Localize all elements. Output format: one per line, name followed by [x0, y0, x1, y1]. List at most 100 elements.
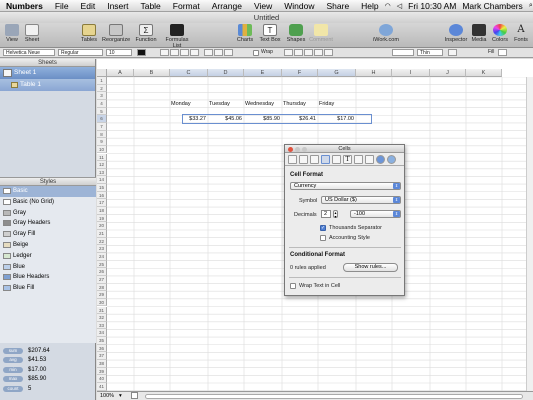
- thousands-separator-checkbox[interactable]: ✓: [320, 225, 326, 231]
- row-header[interactable]: 6: [97, 115, 107, 123]
- page-view-icon[interactable]: [131, 392, 138, 399]
- summary-label[interactable]: min: [3, 366, 23, 373]
- row-header[interactable]: 25: [97, 260, 107, 269]
- menu-view[interactable]: View: [248, 1, 278, 11]
- charts-button[interactable]: Charts: [236, 24, 254, 43]
- shapes-button[interactable]: Shapes: [286, 24, 306, 43]
- quicktime-inspector-icon[interactable]: [387, 154, 396, 164]
- hyperlink-inspector-icon[interactable]: [376, 154, 385, 164]
- row-header[interactable]: 26: [97, 268, 107, 276]
- style-item[interactable]: Blue Fill: [0, 283, 96, 294]
- stroke-style-select[interactable]: [392, 49, 414, 56]
- row-header[interactable]: 31: [97, 306, 107, 315]
- format-button-3[interactable]: [304, 49, 313, 56]
- cell-format-select[interactable]: Currency ⇕: [290, 182, 401, 190]
- row-header[interactable]: 35: [97, 337, 107, 345]
- row-header[interactable]: 5: [97, 107, 107, 116]
- column-header[interactable]: C: [170, 69, 208, 77]
- menu-file[interactable]: File: [49, 1, 75, 11]
- row-header[interactable]: 3: [97, 92, 107, 100]
- value-cell[interactable]: $85.90: [244, 116, 280, 122]
- column-header[interactable]: B: [134, 69, 170, 77]
- sheet-button[interactable]: Sheet: [24, 24, 40, 43]
- row-header[interactable]: 18: [97, 207, 107, 215]
- column-header[interactable]: K: [466, 69, 502, 77]
- horizontal-scrollbar[interactable]: [145, 394, 523, 399]
- zoom-select[interactable]: 100%: [100, 393, 114, 399]
- minimize-icon[interactable]: [295, 146, 300, 152]
- decimals-stepper[interactable]: ▴ ▾: [333, 210, 338, 218]
- summary-label[interactable]: avg: [3, 357, 23, 364]
- value-cell[interactable]: $26.41: [282, 116, 316, 122]
- summary-label[interactable]: max: [3, 376, 23, 383]
- row-header[interactable]: 13: [97, 168, 107, 177]
- row-header[interactable]: 29: [97, 291, 107, 299]
- wrap-checkbox[interactable]: [253, 50, 259, 56]
- column-header[interactable]: G: [318, 69, 356, 77]
- row-header[interactable]: 20: [97, 222, 107, 230]
- style-item[interactable]: Gray: [0, 208, 96, 219]
- summary-label[interactable]: count: [3, 385, 23, 392]
- align-justify-button[interactable]: [190, 49, 199, 56]
- font-family-select[interactable]: Helvetica Neue: [3, 49, 55, 56]
- row-header[interactable]: 14: [97, 176, 107, 185]
- clock-text[interactable]: Fri 10:30 AM: [408, 1, 456, 11]
- column-header[interactable]: J: [430, 69, 466, 77]
- select-all-corner[interactable]: [97, 69, 107, 77]
- decimals-field[interactable]: 2: [321, 210, 331, 218]
- stroke-width-select[interactable]: Thin: [417, 49, 443, 56]
- media-button[interactable]: Media: [470, 24, 488, 43]
- tables-button[interactable]: Tables: [80, 24, 98, 43]
- fill-color-well[interactable]: [498, 49, 507, 56]
- row-header[interactable]: 39: [97, 367, 107, 376]
- menu-arrange[interactable]: Arrange: [206, 1, 248, 11]
- row-header[interactable]: 7: [97, 122, 107, 131]
- value-cell[interactable]: $17.00: [318, 116, 354, 122]
- colors-button[interactable]: Colors: [491, 24, 509, 43]
- row-header[interactable]: 11: [97, 153, 107, 162]
- font-style-select[interactable]: Regular: [58, 49, 103, 56]
- row-header[interactable]: 24: [97, 252, 107, 261]
- row-header[interactable]: 22: [97, 237, 107, 246]
- row-header[interactable]: 12: [97, 161, 107, 169]
- row-header[interactable]: 17: [97, 199, 107, 208]
- row-header[interactable]: 21: [97, 230, 107, 238]
- table-inspector-icon[interactable]: [310, 154, 319, 164]
- close-icon[interactable]: [288, 146, 293, 152]
- row-header[interactable]: 30: [97, 298, 107, 307]
- row-header[interactable]: 9: [97, 138, 107, 146]
- volume-icon[interactable]: ◁: [397, 2, 402, 10]
- menu-insert[interactable]: Insert: [101, 1, 134, 11]
- user-name[interactable]: Mark Chambers: [462, 1, 522, 11]
- valign-bottom-button[interactable]: [224, 49, 233, 56]
- fonts-button[interactable]: A Fonts: [512, 24, 530, 43]
- row-header[interactable]: 19: [97, 214, 107, 223]
- row-header[interactable]: 23: [97, 245, 107, 253]
- row-header[interactable]: 37: [97, 352, 107, 361]
- style-item[interactable]: Basic (No Grid): [0, 197, 96, 208]
- row-header[interactable]: 2: [97, 84, 107, 93]
- function-button[interactable]: Σ Function: [134, 24, 158, 43]
- menu-numbers[interactable]: Numbers: [0, 1, 49, 11]
- wifi-icon[interactable]: ◠: [385, 2, 391, 10]
- font-size-select[interactable]: 10: [106, 49, 132, 56]
- row-header[interactable]: 27: [97, 275, 107, 284]
- menu-table[interactable]: Table: [134, 1, 166, 11]
- column-header[interactable]: D: [208, 69, 244, 77]
- column-header[interactable]: E: [244, 69, 282, 77]
- row-header[interactable]: 36: [97, 344, 107, 353]
- style-item[interactable]: Gray Headers: [0, 218, 96, 229]
- format-button-1[interactable]: [284, 49, 293, 56]
- row-header[interactable]: 1: [97, 77, 107, 85]
- format-button-4[interactable]: [314, 49, 323, 56]
- value-cell[interactable]: $33.27: [170, 116, 206, 122]
- valign-middle-button[interactable]: [214, 49, 223, 56]
- metrics-inspector-icon[interactable]: [365, 154, 374, 164]
- sheet-inspector-icon[interactable]: [299, 154, 308, 164]
- row-header[interactable]: 34: [97, 329, 107, 338]
- text-box-button[interactable]: T Text Box: [258, 24, 282, 43]
- style-item[interactable]: Beige: [0, 240, 96, 251]
- menu-window[interactable]: Window: [278, 1, 320, 11]
- zoom-icon[interactable]: [302, 146, 307, 152]
- style-item[interactable]: Basic: [0, 186, 96, 197]
